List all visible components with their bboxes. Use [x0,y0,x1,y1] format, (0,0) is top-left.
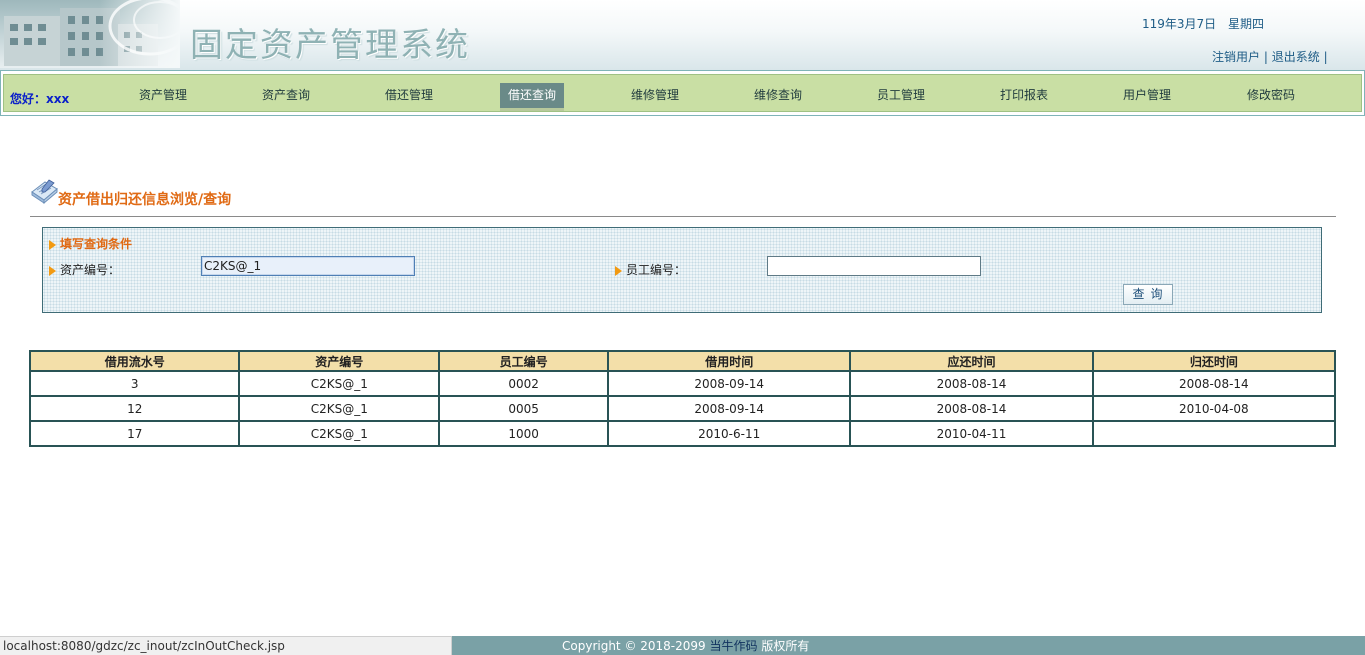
link-separator: | [1263,50,1268,64]
title-divider [30,216,1336,217]
query-heading-text: 填写查询条件 [60,237,133,251]
nav-item-asset-query[interactable]: 资产查询 [254,87,318,109]
current-date: 119年3月7日 星期四 [1142,15,1272,32]
brand-link[interactable]: 当牛作码 [710,639,758,653]
column-header: 归还时间 [1091,350,1337,372]
table-cell: 2010-04-11 [849,420,1094,447]
nav-item-user-management[interactable]: 用户管理 [1115,87,1179,109]
logout-user-link[interactable]: 注销用户 [1212,50,1260,64]
table-cell [1091,420,1337,447]
table-header-row: 借用流水号 资产编号 员工编号 借用时间 应还时间 归还时间 [28,350,1337,372]
table-cell: 2008-09-14 [607,370,852,397]
asset-no-label: 资产编号： [49,261,120,278]
date-text: 119年3月7日 [1142,17,1217,31]
nav-item-change-password[interactable]: 修改密码 [1239,87,1303,109]
link-separator-trailing: | [1323,50,1328,64]
table-cell: 12 [28,395,241,422]
table-cell: 0002 [438,370,610,397]
table-cell: 2010-6-11 [607,420,852,447]
rights-text: 版权所有 [761,639,810,653]
table-row: 3 C2KS@_1 0002 2008-09-14 2008-08-14 200… [28,370,1337,397]
arrow-right-icon [615,265,622,276]
column-header: 应还时间 [849,350,1094,372]
results-table: 借用流水号 资产编号 员工编号 借用时间 应还时间 归还时间 3 C2KS@_1… [28,350,1337,447]
employee-no-label-text: 员工编号： [626,263,687,277]
status-bar-url: localhost:8080/gdzc/zc_inout/zcInOutChec… [0,636,452,655]
table-cell: 2008-08-14 [1091,370,1337,397]
column-header: 资产编号 [238,350,441,372]
table-row: 17 C2KS@_1 1000 2010-6-11 2010-04-11 [28,420,1337,447]
weekday-text: 星期四 [1228,17,1265,31]
account-links: 注销用户 | 退出系统 | [1212,48,1328,65]
column-header: 借用时间 [607,350,852,372]
system-title: 固定资产管理系统 [190,25,470,64]
page-title: 资产借出归还信息浏览/查询 [58,192,232,208]
nav-item-print-report[interactable]: 打印报表 [992,87,1056,109]
page: { "header": { "system_title": "固定资产管理系统"… [0,0,1365,655]
table-cell: 17 [28,420,241,447]
header-banner: 固定资产管理系统 119年3月7日 星期四 注销用户 | 退出系统 | [0,0,1365,70]
building-logo-image [0,0,180,68]
exit-system-link[interactable]: 退出系统 [1272,50,1320,64]
nav-item-borrow-management[interactable]: 借还管理 [377,87,441,109]
nav-item-borrow-query[interactable]: 借还查询 [500,83,564,111]
asset-no-input[interactable] [201,256,415,276]
table-cell: 2008-08-14 [849,370,1094,397]
table-row: 12 C2KS@_1 0005 2008-09-14 2008-08-14 20… [28,395,1337,422]
query-heading: 填写查询条件 [49,235,132,252]
query-panel: 填写查询条件 资产编号： 员工编号： 查询 [42,227,1322,313]
copyright-text: Copyright © 2018-2099 [562,639,706,653]
nav-item-repair-management[interactable]: 维修管理 [623,87,687,109]
column-header: 借用流水号 [28,350,241,372]
column-header: 员工编号 [438,350,610,372]
nav-item-repair-query[interactable]: 维修查询 [746,87,810,109]
nav-item-asset-management[interactable]: 资产管理 [131,87,195,109]
footer: Copyright © 2018-2099 当牛作码 版权所有 [452,636,1365,655]
table-cell: 0005 [438,395,610,422]
employee-no-label: 员工编号： [615,261,686,278]
footer-text: Copyright © 2018-2099 当牛作码 版权所有 [562,636,809,655]
greeting-text: 您好：xxx [10,92,70,106]
arrow-right-icon [49,239,56,250]
table-cell: 3 [28,370,241,397]
table-cell: C2KS@_1 [238,370,441,397]
notebook-icon [29,178,59,205]
search-button[interactable]: 查询 [1123,284,1173,305]
table-cell: 2008-08-14 [849,395,1094,422]
table-cell: 2010-04-08 [1091,395,1337,422]
asset-no-label-text: 资产编号： [60,263,121,277]
table-cell: 2008-09-14 [607,395,852,422]
employee-no-input[interactable] [767,256,981,276]
table-cell: C2KS@_1 [238,395,441,422]
nav-item-employee-management[interactable]: 员工管理 [869,87,933,109]
table-cell: 1000 [438,420,610,447]
table-cell: C2KS@_1 [238,420,441,447]
nav-bar: 您好：xxx 资产管理 资产查询 借还管理 借还查询 维修管理 维修查询 员工管… [3,74,1362,112]
arrow-right-icon [49,265,56,276]
main-navigation: 您好：xxx 资产管理 资产查询 借还管理 借还查询 维修管理 维修查询 员工管… [0,70,1365,116]
